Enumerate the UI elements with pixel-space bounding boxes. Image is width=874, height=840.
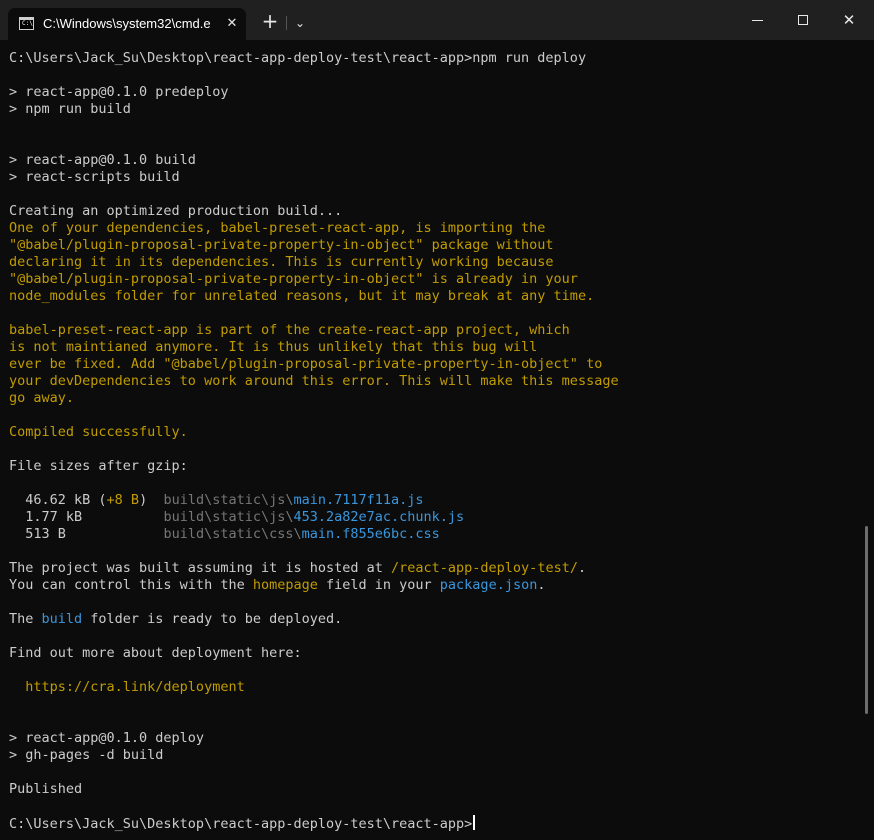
terminal-text: . (577, 560, 587, 576)
terminal-text: is not maintianed anymore. It is thus un… (9, 339, 538, 355)
terminal-line: You can control this with the homepage f… (9, 577, 545, 594)
scrollbar-thumb[interactable] (865, 526, 868, 714)
terminal-line: node_modules folder for unrelated reason… (9, 288, 594, 305)
cmd-icon: C:\ (19, 17, 34, 30)
terminal-text: https://cra.link/deployment (9, 679, 245, 695)
chevron-down-icon[interactable]: ⌄ (290, 12, 310, 34)
terminal-line: babel-preset-react-app is part of the cr… (9, 322, 570, 339)
terminal-text: go away. (9, 390, 75, 406)
terminal-line: 513 B build\static\css\main.f855e6bc.css (9, 526, 440, 543)
terminal-text: C:\Users\Jack_Su\Desktop\react-app-deplo… (9, 816, 473, 832)
terminal-line: declaring it in its dependencies. This i… (9, 254, 554, 271)
terminal-text: The project was built assuming it is hos… (9, 560, 392, 576)
terminal-line: One of your dependencies, babel-preset-r… (9, 220, 545, 237)
terminal-text: ) (139, 492, 164, 508)
terminal-text: > react-scripts build (9, 169, 180, 185)
terminal-text: Creating an optimized production build..… (9, 203, 343, 219)
terminal-output[interactable]: C:\Users\Jack_Su\Desktop\react-app-deplo… (0, 40, 866, 840)
terminal-text: "@babel/plugin-proposal-private-property… (9, 271, 578, 287)
terminal-line: > gh-pages -d build (9, 747, 163, 764)
tab-divider (286, 16, 287, 30)
cmd-icon-glyph: C:\ (22, 20, 33, 27)
terminal-text: build\static\js\ (163, 492, 294, 508)
new-tab-button[interactable]: + (258, 10, 282, 34)
terminal-line: Published (9, 781, 82, 798)
scrollbar-track[interactable] (866, 40, 874, 840)
tab-close-icon[interactable]: ✕ (222, 14, 242, 34)
terminal-line: go away. (9, 390, 74, 407)
terminal-text: build (41, 611, 83, 627)
terminal-text: /react-app-deploy-test/ (391, 560, 578, 576)
minimize-icon (752, 20, 763, 21)
terminal-line: > react-app@0.1.0 predeploy (9, 84, 228, 101)
terminal-line: The build folder is ready to be deployed… (9, 611, 342, 628)
terminal-text: 1.77 kB (9, 509, 164, 525)
terminal-text: 46.62 kB ( (9, 492, 107, 508)
terminal-text: > gh-pages -d build (9, 747, 164, 763)
terminal-text: your devDependencies to work around this… (9, 373, 619, 389)
terminal-line: > react-app@0.1.0 build (9, 152, 196, 169)
terminal-text: > npm run build (9, 101, 131, 117)
terminal-line: "@babel/plugin-proposal-private-property… (9, 237, 554, 254)
terminal-text: declaring it in its dependencies. This i… (9, 254, 554, 270)
terminal-text: One of your dependencies, babel-preset-r… (9, 220, 546, 236)
tab-cmd[interactable]: C:\ C:\Windows\system32\cmd.ex ✕ (8, 8, 246, 40)
tab-title: C:\Windows\system32\cmd.ex (43, 16, 211, 31)
maximize-button[interactable] (780, 0, 826, 40)
terminal-text: 513 B (9, 526, 164, 542)
terminal-line: Find out more about deployment here: (9, 645, 302, 662)
terminal-line: 1.77 kB build\static\js\453.2a82e7ac.chu… (9, 509, 464, 526)
terminal-text: field in your (317, 577, 440, 593)
terminal-text: babel-preset-react-app is part of the cr… (9, 322, 570, 338)
terminal-line: your devDependencies to work around this… (9, 373, 619, 390)
terminal-text: homepage (252, 577, 318, 593)
terminal-text: node_modules folder for unrelated reason… (9, 288, 595, 304)
terminal-window: C:\ C:\Windows\system32\cmd.ex ✕ + ⌄ ✕ C… (0, 0, 874, 840)
terminal-text: File sizes after gzip: (9, 458, 188, 474)
terminal-line: 46.62 kB (+8 B) build\static\js\main.711… (9, 492, 424, 509)
terminal-line: "@babel/plugin-proposal-private-property… (9, 271, 578, 288)
terminal-line: > react-app@0.1.0 deploy (9, 730, 204, 747)
terminal-text: > react-app@0.1.0 deploy (9, 730, 205, 746)
terminal-text: You can control this with the (9, 577, 253, 593)
text-cursor (473, 815, 476, 830)
terminal-text: . (537, 577, 546, 593)
terminal-text: 453.2a82e7ac.chunk.js (293, 509, 465, 525)
terminal-text: Compiled successfully. (9, 424, 188, 440)
terminal-line: > react-scripts build (9, 169, 180, 186)
close-button[interactable]: ✕ (826, 0, 872, 40)
terminal-text: build\static\js\ (163, 509, 294, 525)
terminal-text: main.f855e6bc.css (301, 526, 440, 542)
terminal-text: Find out more about deployment here: (9, 645, 302, 661)
terminal-text: main.7117f11a.js (293, 492, 424, 508)
terminal-line: C:\Users\Jack_Su\Desktop\react-app-deplo… (9, 50, 586, 67)
terminal-text: C:\Users\Jack_Su\Desktop\react-app-deplo… (9, 50, 587, 66)
terminal-text: folder is ready to be deployed. (82, 611, 343, 627)
terminal-text: > react-app@0.1.0 predeploy (9, 84, 229, 100)
terminal-text: Published (9, 781, 83, 797)
terminal-line: ever be fixed. Add "@babel/plugin-propos… (9, 356, 602, 373)
terminal-text: build\static\css\ (163, 526, 302, 542)
terminal-text: package.json (439, 577, 538, 593)
terminal-line: is not maintianed anymore. It is thus un… (9, 339, 537, 356)
terminal-text: "@babel/plugin-proposal-private-property… (9, 237, 554, 253)
terminal-line: The project was built assuming it is hos… (9, 560, 586, 577)
terminal-line: Creating an optimized production build..… (9, 203, 342, 220)
terminal-line: C:\Users\Jack_Su\Desktop\react-app-deplo… (9, 815, 476, 832)
terminal-line: https://cra.link/deployment (9, 679, 245, 696)
title-bar[interactable]: C:\ C:\Windows\system32\cmd.ex ✕ + ⌄ ✕ (0, 0, 874, 40)
terminal-text: ever be fixed. Add "@babel/plugin-propos… (9, 356, 603, 372)
terminal-line: Compiled successfully. (9, 424, 188, 441)
terminal-text: +8 B (106, 492, 140, 508)
terminal-text: The (9, 611, 42, 627)
minimize-button[interactable] (734, 0, 780, 40)
terminal-text: > react-app@0.1.0 build (9, 152, 196, 168)
maximize-icon (798, 15, 808, 25)
terminal-line: File sizes after gzip: (9, 458, 188, 475)
terminal-line: > npm run build (9, 101, 131, 118)
